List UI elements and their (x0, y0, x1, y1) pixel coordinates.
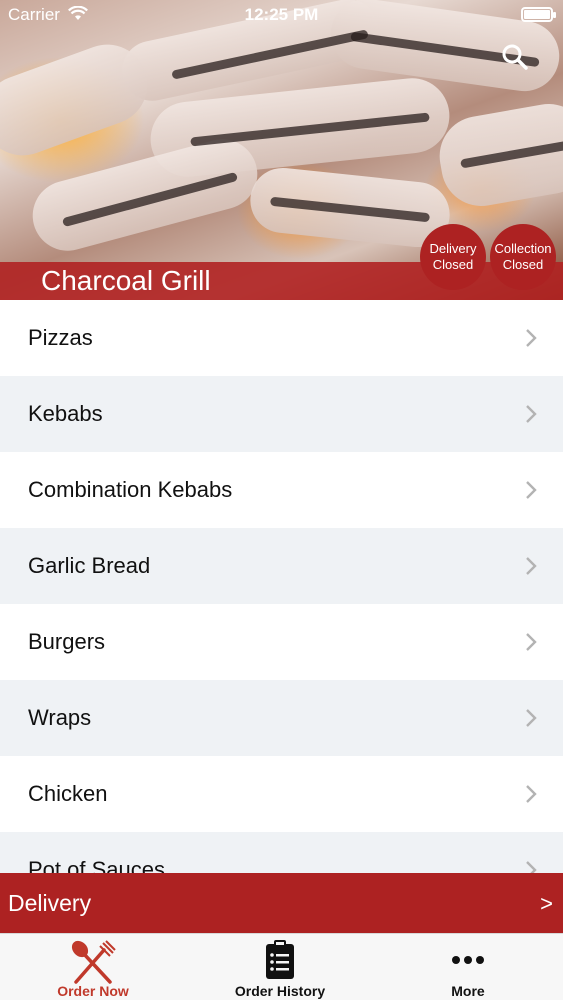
tab-order-history[interactable]: Order History (220, 934, 340, 1000)
menu-item-label: Burgers (28, 629, 106, 654)
menu-item-label: Chicken (28, 781, 108, 806)
delivery-arrow-icon: > (540, 891, 553, 916)
tab-more-label: More (451, 983, 485, 999)
chevron-right-icon (526, 861, 537, 873)
menu-item-label: Pot of Sauces (28, 857, 165, 873)
more-dots-icon (452, 956, 484, 964)
tab-more[interactable]: More (438, 934, 498, 1000)
menu-item-kebabs[interactable]: Kebabs (0, 376, 563, 452)
menu-item-pot-of-sauces[interactable]: Pot of Sauces (0, 832, 563, 873)
search-button[interactable] (500, 42, 530, 72)
menu-item-label: Pizzas (28, 325, 93, 350)
chevron-right-icon (526, 481, 537, 499)
menu-item-pizzas[interactable]: Pizzas (0, 300, 563, 376)
delivery-badge-line2: Closed (432, 257, 474, 272)
chevron-right-icon (526, 557, 537, 575)
clipboard-icon (266, 940, 294, 979)
collection-status-badge: Collection Closed (490, 224, 556, 290)
search-icon (502, 44, 528, 70)
fork-knife-icon (71, 940, 116, 984)
tab-order-now[interactable]: Order Now (43, 934, 143, 1000)
bottom-tab-bar: Order Now Order History More (0, 933, 563, 1000)
clock-label: 12:25 PM (244, 5, 319, 24)
chevron-right-icon (526, 329, 537, 347)
chevron-right-icon (526, 785, 537, 803)
delivery-mode-label: Delivery (8, 890, 92, 916)
menu-item-burgers[interactable]: Burgers (0, 604, 563, 680)
menu-item-wraps[interactable]: Wraps (0, 680, 563, 756)
delivery-status-badge: Delivery Closed (420, 224, 486, 290)
restaurant-name: Charcoal Grill (41, 265, 211, 296)
battery-icon (521, 7, 556, 22)
delivery-mode-bar[interactable]: Delivery > (0, 873, 563, 933)
menu-item-label: Combination Kebabs (28, 477, 233, 502)
collection-badge-line1: Collection (494, 241, 552, 256)
collection-badge-line2: Closed (502, 257, 544, 272)
menu-item-combination-kebabs[interactable]: Combination Kebabs (0, 452, 563, 528)
menu-item-label: Wraps (28, 705, 92, 730)
menu-item-garlic-bread[interactable]: Garlic Bread (0, 528, 563, 604)
chevron-right-icon (526, 633, 537, 651)
menu-item-label: Kebabs (28, 401, 103, 426)
chevron-right-icon (526, 405, 537, 423)
menu-item-chicken[interactable]: Chicken (0, 756, 563, 832)
chevron-right-icon (526, 709, 537, 727)
tab-order-now-label: Order Now (57, 983, 129, 999)
menu-category-list[interactable]: Pizzas Kebabs Combination Kebabs Garlic … (0, 300, 563, 873)
delivery-badge-line1: Delivery (429, 241, 477, 256)
menu-item-label: Garlic Bread (28, 553, 151, 578)
tab-order-history-label: Order History (234, 983, 326, 999)
status-bar: Carrier 12:25 PM (0, 0, 563, 30)
